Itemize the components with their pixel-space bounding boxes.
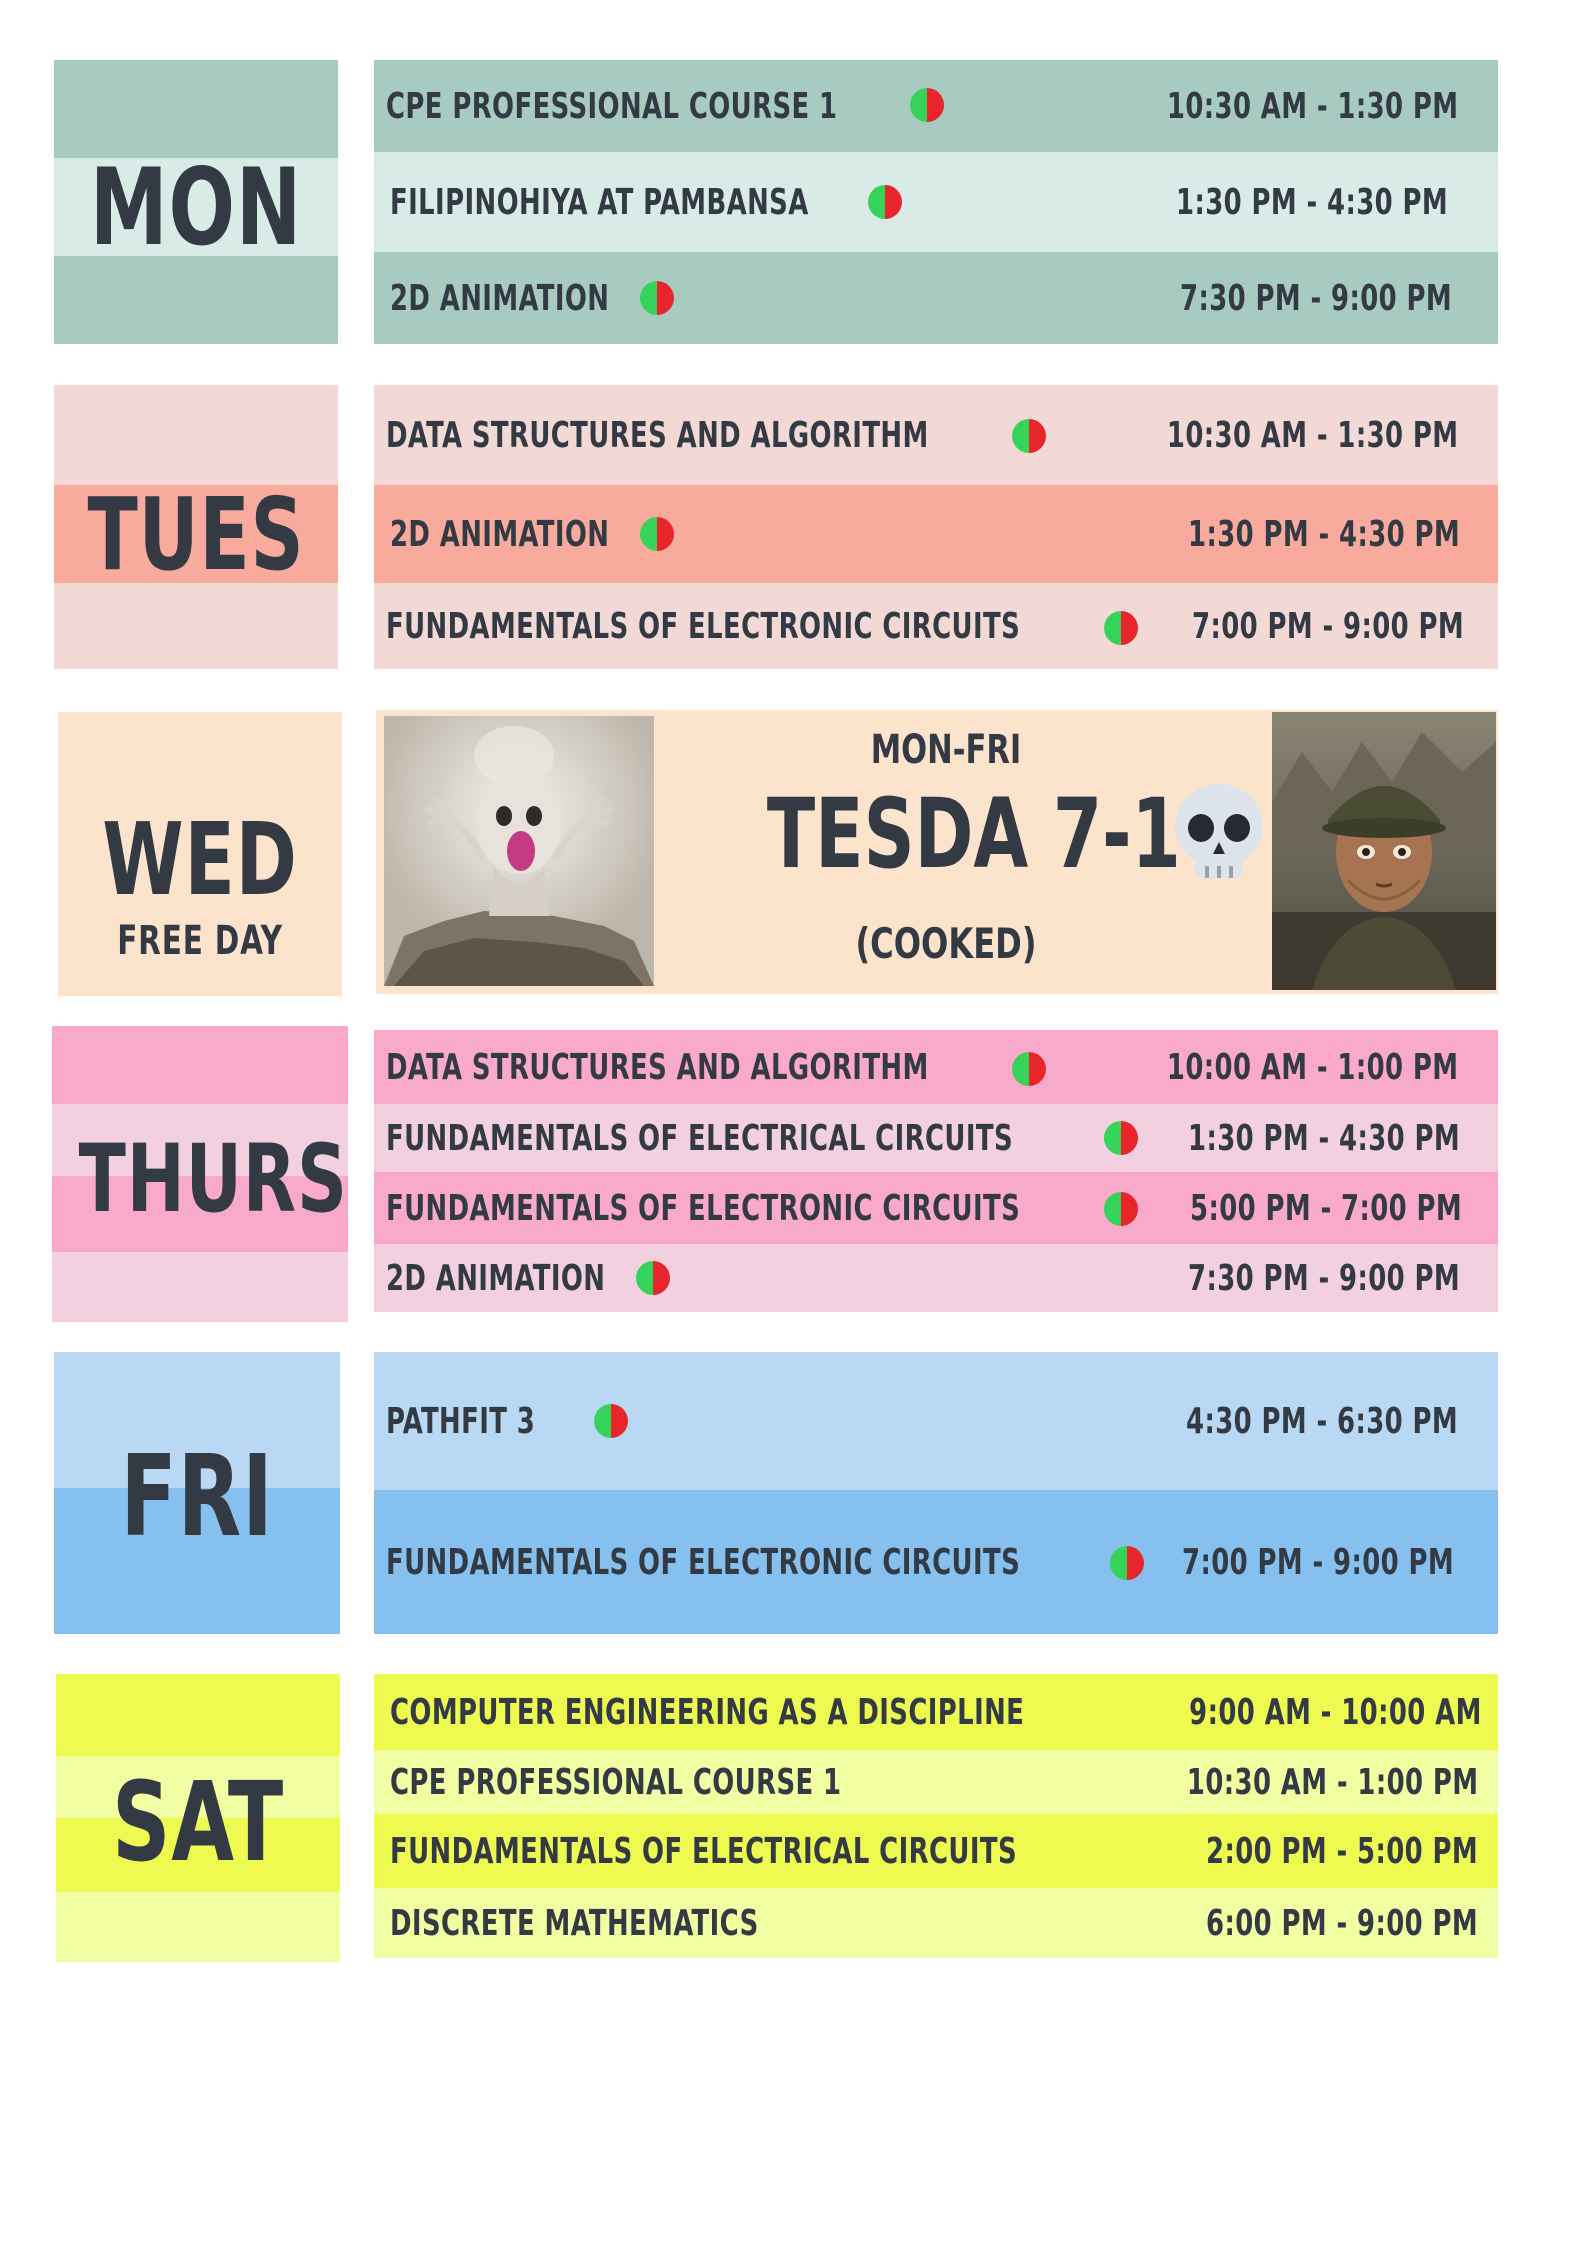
course-name: PATHFIT 3	[386, 1400, 536, 1442]
course-name: FUNDAMENTALS OF ELECTRONIC CIRCUITS	[386, 605, 1021, 647]
course-time: 1:30 PM - 4:30 PM	[1187, 513, 1460, 555]
tue-band-bottom	[54, 583, 338, 669]
tue-row-2: 2D ANIMATION 1:30 PM - 4:30 PM	[374, 485, 1498, 583]
status-dot-icon	[1012, 1052, 1046, 1086]
friday-day-block: FRI	[54, 1352, 340, 1634]
skull-icon	[1171, 782, 1267, 886]
soldier-portrait-image	[1272, 712, 1496, 990]
soldier-portrait-illustration	[1272, 712, 1496, 990]
course-name: CPE PROFESSIONAL COURSE 1	[386, 85, 838, 127]
tue-row-1: DATA STRUCTURES AND ALGORITHM 10:30 AM -…	[374, 385, 1498, 485]
status-dot-icon	[640, 517, 674, 551]
course-name: 2D ANIMATION	[390, 513, 610, 555]
banner-title: TESDA 7-1	[676, 774, 1264, 894]
status-dot-icon	[1104, 1121, 1138, 1155]
status-dot-icon	[868, 185, 902, 219]
course-name: 2D ANIMATION	[386, 1257, 606, 1299]
mon-band-bottom	[54, 256, 338, 344]
sat-row-4: DISCRETE MATHEMATICS 6:00 PM - 9:00 PM	[374, 1888, 1498, 1958]
saturday-day-block: SAT	[56, 1674, 340, 1962]
mon-row-2: FILIPINOHIYA AT PAMBANSA 1:30 PM - 4:30 …	[374, 152, 1498, 252]
fri-row-1: PATHFIT 3 4:30 PM - 6:30 PM	[374, 1352, 1498, 1490]
wednesday-banner: MON-FRI TESDA 7-1 (COOKED)	[376, 710, 1498, 994]
fri-row-2: FUNDAMENTALS OF ELECTRONIC CIRCUITS 7:00…	[374, 1490, 1498, 1634]
mon-day-label: MON	[89, 146, 303, 269]
course-name: CPE PROFESSIONAL COURSE 1	[390, 1761, 842, 1803]
course-time: 10:00 AM - 1:00 PM	[1166, 1046, 1458, 1088]
sat-row-1: COMPUTER ENGINEERING AS A DISCIPLINE 9:0…	[374, 1674, 1498, 1750]
status-dot-icon	[910, 88, 944, 122]
monday-schedule: CPE PROFESSIONAL COURSE 1 10:30 AM - 1:3…	[374, 60, 1498, 344]
course-name: DISCRETE MATHEMATICS	[390, 1902, 759, 1944]
status-dot-icon	[1012, 419, 1046, 453]
course-time: 7:30 PM - 9:00 PM	[1179, 277, 1452, 319]
thu-row-2: FUNDAMENTALS OF ELECTRICAL CIRCUITS 1:30…	[374, 1104, 1498, 1172]
mon-row-3: 2D ANIMATION 7:30 PM - 9:00 PM	[374, 252, 1498, 344]
course-time: 7:30 PM - 9:00 PM	[1187, 1257, 1460, 1299]
friday-schedule: PATHFIT 3 4:30 PM - 6:30 PM FUNDAMENTALS…	[374, 1352, 1498, 1634]
monday-day-block: MON	[54, 60, 338, 344]
course-time: 4:30 PM - 6:30 PM	[1185, 1400, 1458, 1442]
thu-row-1: DATA STRUCTURES AND ALGORITHM 10:00 AM -…	[374, 1030, 1498, 1104]
status-dot-icon	[1104, 1192, 1138, 1226]
course-name: FUNDAMENTALS OF ELECTRONIC CIRCUITS	[386, 1187, 1021, 1229]
course-name: DATA STRUCTURES AND ALGORITHM	[386, 1046, 929, 1088]
course-name: COMPUTER ENGINEERING AS A DISCIPLINE	[390, 1691, 1025, 1733]
sat-row-2: CPE PROFESSIONAL COURSE 1 10:30 AM - 1:0…	[374, 1750, 1498, 1814]
tuesday-day-block: TUES	[54, 385, 338, 669]
saturday-schedule: COMPUTER ENGINEERING AS A DISCIPLINE 9:0…	[374, 1674, 1498, 1958]
thu-row-3: FUNDAMENTALS OF ELECTRONIC CIRCUITS 5:00…	[374, 1172, 1498, 1244]
thursday-schedule: DATA STRUCTURES AND ALGORITHM 10:00 AM -…	[374, 1030, 1498, 1312]
sat-band-4	[56, 1892, 340, 1962]
sat-band-1	[56, 1674, 340, 1756]
thu-band-4	[52, 1252, 348, 1322]
tue-day-label: TUES	[87, 476, 305, 593]
wed-day-label: WED	[102, 801, 298, 918]
course-name: FUNDAMENTALS OF ELECTRICAL CIRCUITS	[390, 1830, 1017, 1872]
screaming-figure-illustration	[384, 716, 654, 986]
banner-bottom-label: (COOKED)	[855, 919, 1037, 968]
course-time: 2:00 PM - 5:00 PM	[1205, 1830, 1478, 1872]
course-name: 2D ANIMATION	[390, 277, 610, 319]
status-dot-icon	[594, 1404, 628, 1438]
course-time: 7:00 PM - 9:00 PM	[1181, 1541, 1454, 1583]
thu-band-1	[52, 1026, 348, 1104]
course-time: 5:00 PM - 7:00 PM	[1189, 1187, 1462, 1229]
tue-band-top	[54, 385, 338, 485]
mon-band-top	[54, 60, 338, 158]
status-dot-icon	[1104, 611, 1138, 645]
sat-row-3: FUNDAMENTALS OF ELECTRICAL CIRCUITS 2:00…	[374, 1814, 1498, 1888]
tue-row-3: FUNDAMENTALS OF ELECTRONIC CIRCUITS 7:00…	[374, 583, 1498, 669]
banner-top-label: MON-FRI	[870, 727, 1022, 773]
course-time: 10:30 AM - 1:00 PM	[1186, 1761, 1478, 1803]
course-time: 6:00 PM - 9:00 PM	[1205, 1902, 1478, 1944]
course-time: 9:00 AM - 10:00 AM	[1189, 1691, 1482, 1733]
wednesday-day-block: WED FREE DAY	[58, 712, 342, 996]
tuesday-schedule: DATA STRUCTURES AND ALGORITHM 10:30 AM -…	[374, 385, 1498, 669]
course-time: 10:30 AM - 1:30 PM	[1166, 414, 1458, 456]
screaming-figure-image	[384, 716, 654, 986]
wed-free-day-label: FREE DAY	[117, 918, 283, 964]
thu-day-label: THURS	[78, 1125, 348, 1234]
course-name: FUNDAMENTALS OF ELECTRICAL CIRCUITS	[386, 1117, 1013, 1159]
status-dot-icon	[636, 1261, 670, 1295]
banner-title-text: TESDA 7-1	[766, 778, 1181, 890]
fri-day-label: FRI	[120, 1432, 274, 1562]
sat-day-label: SAT	[111, 1758, 285, 1886]
course-name: FUNDAMENTALS OF ELECTRONIC CIRCUITS	[386, 1541, 1021, 1583]
thu-row-4: 2D ANIMATION 7:30 PM - 9:00 PM	[374, 1244, 1498, 1312]
mon-row-1: CPE PROFESSIONAL COURSE 1 10:30 AM - 1:3…	[374, 60, 1498, 152]
course-time: 10:30 AM - 1:30 PM	[1166, 85, 1458, 127]
thursday-day-block: THURS	[52, 1026, 348, 1322]
course-name: DATA STRUCTURES AND ALGORITHM	[386, 414, 929, 456]
status-dot-icon	[1110, 1546, 1144, 1580]
status-dot-icon	[640, 281, 674, 315]
course-time: 1:30 PM - 4:30 PM	[1187, 1117, 1460, 1159]
course-time: 7:00 PM - 9:00 PM	[1191, 605, 1464, 647]
course-name: FILIPINOHIYA AT PAMBANSA	[390, 181, 809, 223]
course-time: 1:30 PM - 4:30 PM	[1175, 181, 1448, 223]
